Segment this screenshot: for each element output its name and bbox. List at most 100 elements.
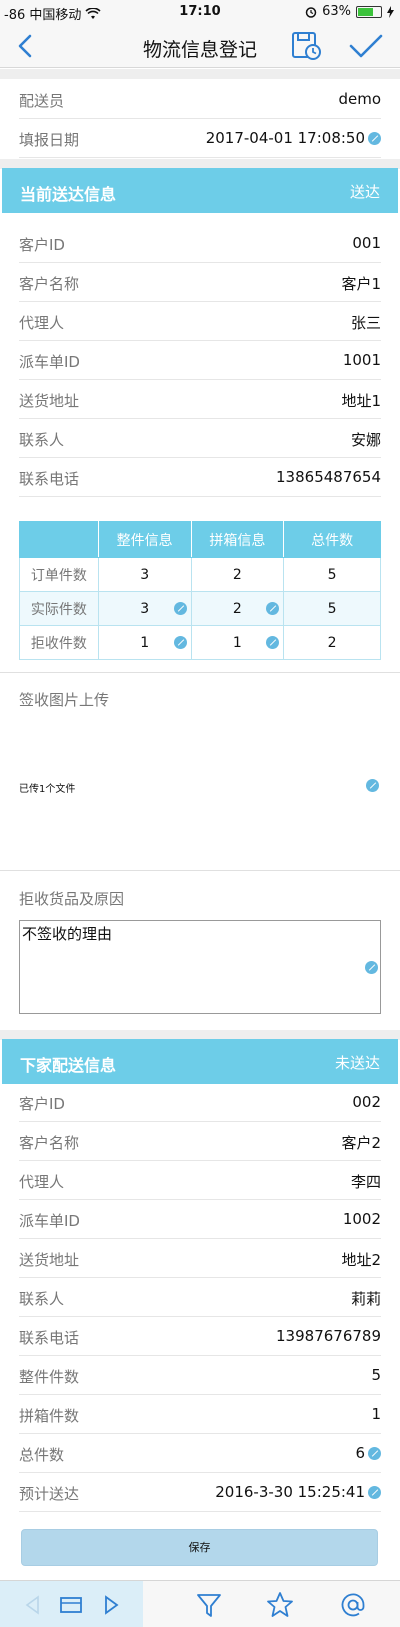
table-cell: 2	[283, 625, 381, 660]
next-icon[interactable]	[96, 1590, 126, 1620]
current-row: 客户ID 001	[19, 224, 381, 263]
field-value: 1001	[342, 351, 381, 369]
next-row[interactable]: 总件数 6	[19, 1434, 381, 1473]
table-header: 整件信息	[97, 521, 192, 558]
table-header: 拼箱信息	[190, 521, 285, 558]
edit-pencil-icon[interactable]	[266, 636, 280, 649]
section-title: 当前送达信息	[20, 185, 117, 204]
table-cell: 3	[97, 557, 192, 592]
field-value: 张三	[350, 314, 381, 332]
field-label: 派车单ID	[19, 1212, 80, 1230]
table-cell-editable[interactable]: 2	[190, 591, 285, 626]
nav-bar: 物流信息登记	[0, 24, 400, 68]
table-cell-editable[interactable]: 3	[97, 591, 192, 626]
field-value: 5	[371, 1366, 381, 1384]
next-delivery-header: 下家配送信息 未送达	[2, 1039, 398, 1084]
field-value[interactable]: 2016-3-30 15:25:41	[215, 1483, 365, 1501]
star-icon[interactable]	[265, 1590, 295, 1620]
table-cell: 5	[283, 557, 381, 592]
delivery-status[interactable]: 送达	[350, 181, 380, 202]
alarm-icon	[305, 6, 317, 18]
divider	[0, 672, 400, 673]
field-value: 001	[352, 234, 381, 252]
courier-row: 配送员 demo	[19, 80, 381, 119]
next-row: 拼箱件数 1	[19, 1395, 381, 1434]
table-header-row: 整件信息 拼箱信息 总件数	[19, 521, 381, 558]
field-value: 莉莉	[350, 1290, 381, 1308]
field-label: 客户名称	[19, 1134, 80, 1152]
next-row: 联系人 莉莉	[19, 1278, 381, 1317]
field-value: 13865487654	[276, 468, 381, 486]
edit-pencil-icon[interactable]	[365, 961, 378, 974]
reject-reason-textarea[interactable]: 不签收的理由	[19, 920, 381, 1014]
edit-pencil-icon[interactable]	[366, 779, 379, 792]
field-value: 地址1	[341, 392, 381, 410]
field-label: 派车单ID	[19, 353, 80, 371]
field-label: 联系人	[19, 1290, 65, 1308]
field-label: 代理人	[19, 1173, 65, 1191]
next-row: 代理人 李四	[19, 1161, 381, 1200]
next-row[interactable]: 预计送达 2016-3-30 15:25:41	[19, 1473, 381, 1512]
current-row: 客户名称 客户1	[19, 263, 381, 302]
next-row: 客户ID 002	[19, 1083, 381, 1122]
confirm-check-icon[interactable]	[348, 32, 384, 60]
courier-label: 配送员	[19, 92, 65, 110]
reject-reason-label: 拒收货品及原因	[19, 890, 125, 908]
divider	[0, 870, 400, 871]
filter-icon[interactable]	[194, 1590, 224, 1620]
table-cell-editable[interactable]: 1	[97, 625, 192, 660]
spacer	[0, 69, 400, 79]
cell-value: 3	[140, 600, 150, 617]
field-value: 13987676789	[276, 1327, 381, 1345]
current-delivery-header: 当前送达信息 送达	[2, 168, 398, 213]
report-date-row[interactable]: 填报日期 2017-04-01 17:08:50	[19, 119, 381, 158]
field-value: 1	[371, 1405, 381, 1423]
field-label: 总件数	[19, 1446, 65, 1464]
edit-pencil-icon[interactable]	[266, 602, 280, 615]
edit-pencil-icon[interactable]	[173, 602, 187, 615]
at-icon[interactable]	[338, 1590, 368, 1620]
upload-status[interactable]: 已传1个文件	[19, 780, 75, 795]
status-bar: -86 中国移动 17:10 63%	[0, 0, 400, 24]
cell-value: 2	[232, 600, 242, 617]
battery-icon	[356, 5, 382, 18]
field-label: 代理人	[19, 314, 65, 332]
save-button[interactable]: 保存	[21, 1529, 378, 1566]
field-label: 预计送达	[19, 1485, 80, 1503]
reject-reason-text: 不签收的理由	[22, 925, 113, 943]
bottom-toolbar	[0, 1580, 400, 1627]
field-label: 拼箱件数	[19, 1407, 80, 1425]
table-cell: 5	[283, 591, 381, 626]
prev-icon[interactable]	[18, 1590, 48, 1620]
cell-value: 1	[232, 634, 242, 651]
edit-pencil-icon[interactable]	[368, 1447, 381, 1460]
count-table: 整件信息 拼箱信息 总件数 订单件数 3 2 5 实际件数 3 2 5 拒收件数…	[19, 521, 381, 660]
field-value[interactable]: 6	[355, 1444, 365, 1462]
table-row-label: 拒收件数	[19, 625, 99, 660]
current-row: 联系电话 13865487654	[19, 458, 381, 497]
table-row: 实际件数 3 2 5	[19, 591, 381, 626]
upload-label: 签收图片上传	[19, 691, 110, 709]
save-draft-icon[interactable]	[290, 30, 322, 62]
edit-pencil-icon[interactable]	[173, 636, 187, 649]
tabs-icon[interactable]	[56, 1590, 86, 1620]
current-row: 联系人 安娜	[19, 419, 381, 458]
section-title: 下家配送信息	[20, 1056, 117, 1075]
field-label: 送货地址	[19, 1251, 80, 1269]
page-title: 物流信息登记	[142, 39, 257, 61]
current-row: 送货地址 地址1	[19, 380, 381, 419]
current-row: 代理人 张三	[19, 302, 381, 341]
delivery-status[interactable]: 未送达	[335, 1052, 380, 1073]
edit-pencil-icon[interactable]	[368, 1486, 381, 1499]
table-row-label: 订单件数	[19, 557, 99, 592]
edit-pencil-icon[interactable]	[368, 132, 381, 145]
table-cell-editable[interactable]: 1	[190, 625, 285, 660]
next-row: 派车单ID 1002	[19, 1200, 381, 1239]
battery-percent: 63%	[322, 4, 351, 19]
field-value: 安娜	[350, 431, 381, 449]
report-date-value[interactable]: 2017-04-01 17:08:50	[206, 129, 365, 147]
next-row: 联系电话 13987676789	[19, 1317, 381, 1356]
courier-value: demo	[338, 90, 381, 108]
table-row: 拒收件数 1 1 2	[19, 625, 381, 660]
charging-icon	[387, 5, 394, 18]
